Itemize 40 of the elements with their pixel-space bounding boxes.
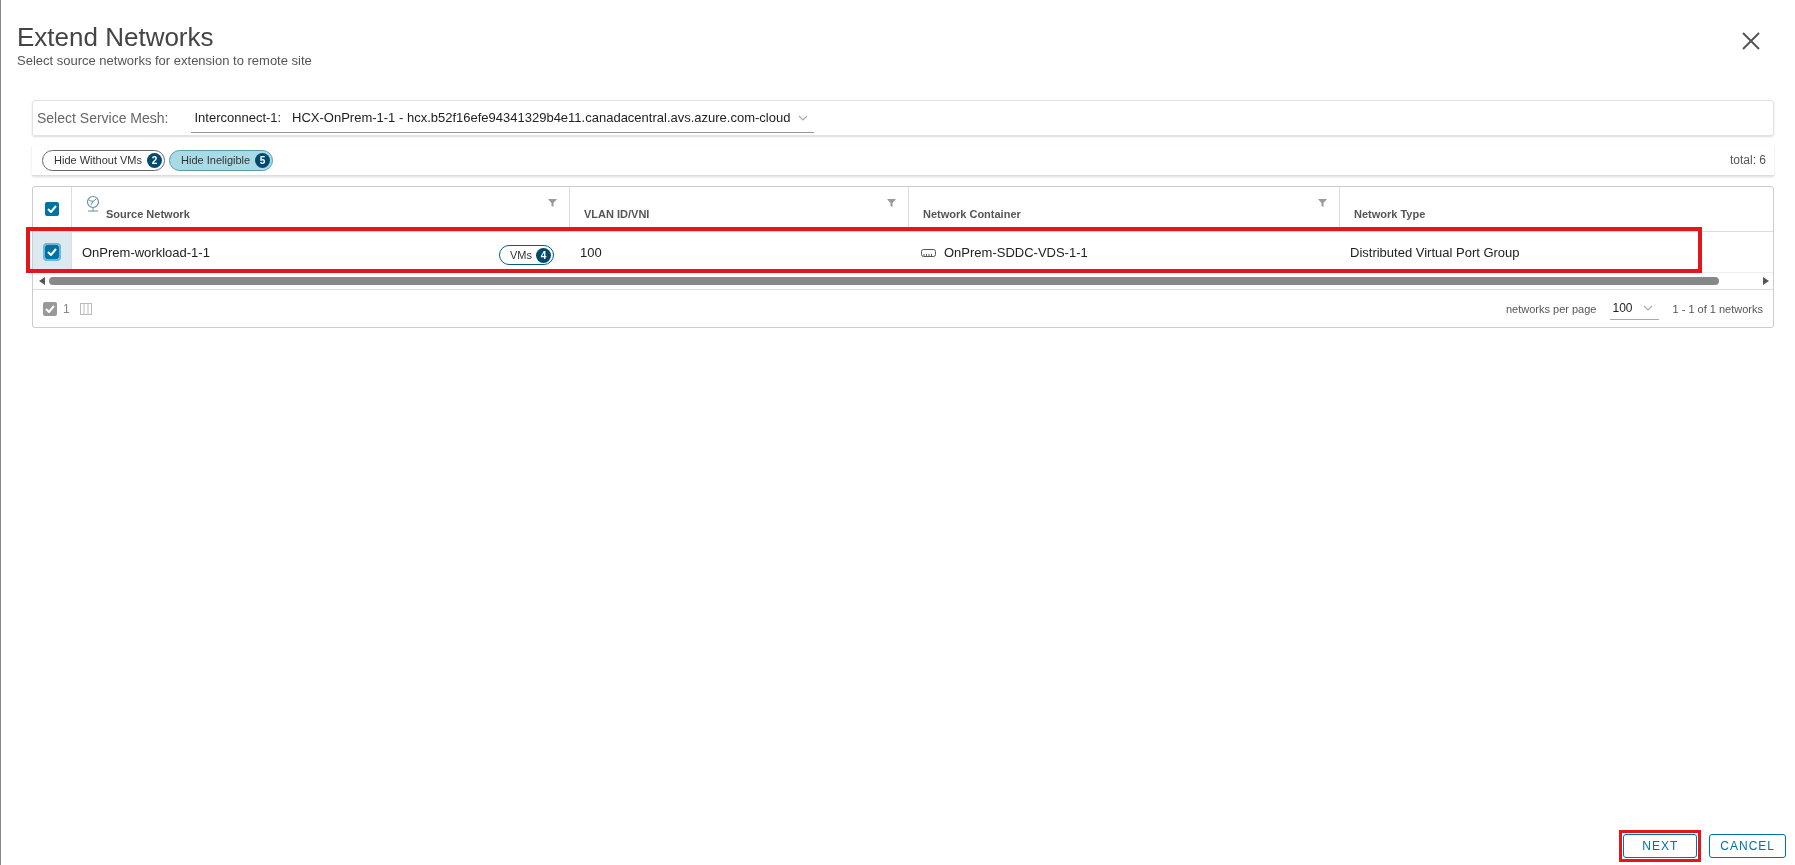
filter-icon: [1318, 199, 1327, 207]
close-icon: [1742, 32, 1760, 50]
caret-icon: [798, 114, 809, 121]
scroll-left-icon: [39, 277, 45, 285]
total-count: total: 6: [1729, 153, 1766, 167]
globe-icon: [86, 195, 100, 213]
selected-checkbox-icon: [43, 301, 57, 316]
cancel-button[interactable]: CANCEL: [1709, 834, 1786, 858]
checkbox[interactable]: [45, 245, 59, 259]
next-button[interactable]: NEXT: [1623, 834, 1698, 858]
filter-icon: [548, 199, 557, 207]
column-title: Network Container: [923, 208, 1021, 220]
column-header[interactable]: Source Network: [72, 187, 570, 231]
table-cell: OnPrem-workload-1-1: [82, 244, 210, 260]
column-header[interactable]: VLAN ID/VNI: [570, 187, 909, 231]
filter-chip[interactable]: Hide Without VMs 2: [42, 149, 166, 171]
filter-icon: [887, 199, 896, 207]
column-header[interactable]: Network Container: [909, 187, 1340, 231]
column-header[interactable]: Network Type: [1340, 187, 1773, 231]
table-cell: OnPrem-SDDC-VDS-1-1: [944, 244, 1088, 260]
service-mesh-dropdown[interactable]: Interconnect-1: HCX-OnPrem-1-1 - hcx.b52f16efe94341329b4e11.canadacentral.avs.azure.com-cloud: [190, 103, 815, 133]
scrollbar-thumb[interactable]: [49, 277, 1719, 285]
dialog-subtitle: Select source networks for extension to remote site: [17, 53, 312, 68]
scroll-right-icon: [1763, 277, 1769, 285]
switch-icon: [921, 247, 936, 257]
dialog-title: Extend Networks: [17, 22, 215, 52]
table-cell: 100: [580, 244, 602, 260]
column-title: Network Type: [1354, 208, 1426, 220]
caret-icon: [1642, 305, 1653, 311]
selected-count: 1: [63, 301, 70, 316]
columns-icon: [79, 302, 92, 315]
per-page-dropdown[interactable]: 100: [1610, 297, 1659, 320]
table-cell: Distributed Virtual Port Group: [1350, 244, 1520, 260]
column-title: Source Network: [106, 208, 190, 220]
per-page-label: networks per page: [1505, 302, 1597, 315]
pagination-range: 1 - 1 of 1 networks: [1672, 302, 1763, 315]
column-title: VLAN ID/VNI: [584, 208, 650, 220]
checkbox[interactable]: [45, 202, 59, 216]
filter-chip[interactable]: Hide Ineligible 5: [169, 149, 274, 171]
service-mesh-label: Select Service Mesh:: [37, 110, 169, 126]
